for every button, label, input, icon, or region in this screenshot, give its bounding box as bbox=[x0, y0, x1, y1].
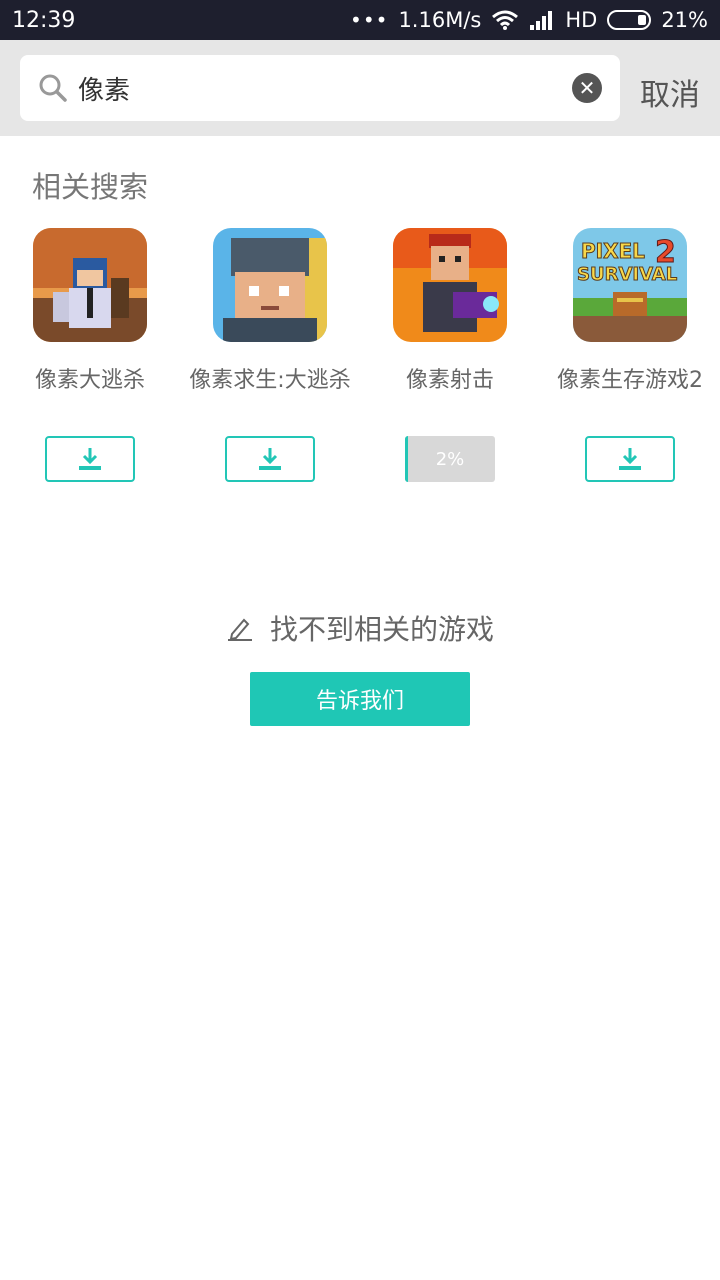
download-progress[interactable]: 2% bbox=[405, 436, 495, 482]
battery-icon bbox=[607, 10, 652, 30]
progress-text: 2% bbox=[435, 448, 465, 470]
app-item[interactable]: 像素射击 2% bbox=[360, 228, 540, 488]
app-icon[interactable]: PIXEL SURVIVAL 2 bbox=[573, 228, 687, 342]
search-icon bbox=[39, 74, 67, 102]
download-button[interactable] bbox=[45, 436, 135, 482]
app-item[interactable]: 像素大逃杀 bbox=[0, 228, 180, 488]
app-item[interactable]: PIXEL SURVIVAL 2 像素生存游戏2 bbox=[540, 228, 720, 488]
not-found-row: 找不到相关的游戏 bbox=[0, 608, 720, 648]
related-search-title: 相关搜索 bbox=[32, 170, 149, 204]
status-time: 12:39 bbox=[12, 7, 76, 33]
battery-level: 21% bbox=[661, 8, 708, 32]
app-label: 像素求生:大逃杀 bbox=[189, 368, 351, 393]
cancel-button[interactable]: 取消 bbox=[640, 70, 700, 114]
tell-us-button[interactable]: 告诉我们 bbox=[250, 672, 470, 726]
app-label: 像素大逃杀 bbox=[34, 368, 145, 393]
signal-icon bbox=[530, 11, 553, 30]
icon-text-number: 2 bbox=[655, 235, 676, 270]
icon-text-pixel: PIXEL bbox=[581, 239, 645, 263]
status-indicators: ••• 1.16M/s HD 21% bbox=[350, 8, 708, 32]
download-button[interactable] bbox=[585, 436, 675, 482]
app-item[interactable]: 像素求生:大逃杀 bbox=[180, 228, 360, 488]
app-label: 像素射击 bbox=[405, 368, 494, 393]
edit-icon bbox=[227, 618, 252, 641]
search-header: ✕ 取消 bbox=[0, 40, 720, 136]
download-icon bbox=[619, 448, 641, 470]
wifi-icon bbox=[492, 10, 519, 30]
clear-icon[interactable]: ✕ bbox=[572, 73, 602, 103]
status-bar: 12:39 ••• 1.16M/s HD 21% bbox=[0, 0, 720, 40]
download-icon bbox=[79, 448, 101, 470]
search-box[interactable]: ✕ bbox=[20, 55, 620, 121]
network-speed: 1.16M/s bbox=[398, 8, 482, 32]
network-type: HD bbox=[565, 8, 598, 32]
app-icon[interactable] bbox=[33, 228, 147, 342]
app-label: 像素生存游戏2 bbox=[557, 368, 703, 393]
not-found-text: 找不到相关的游戏 bbox=[269, 613, 494, 646]
search-input[interactable] bbox=[78, 72, 572, 104]
more-dots-icon: ••• bbox=[350, 8, 389, 32]
app-icon[interactable] bbox=[393, 228, 507, 342]
related-apps: 像素大逃杀 像素求生:大逃杀 像素射击 2% PIXEL SURVIVAL 2 … bbox=[0, 228, 720, 488]
download-button[interactable] bbox=[225, 436, 315, 482]
app-icon[interactable] bbox=[213, 228, 327, 342]
download-icon bbox=[259, 448, 281, 470]
